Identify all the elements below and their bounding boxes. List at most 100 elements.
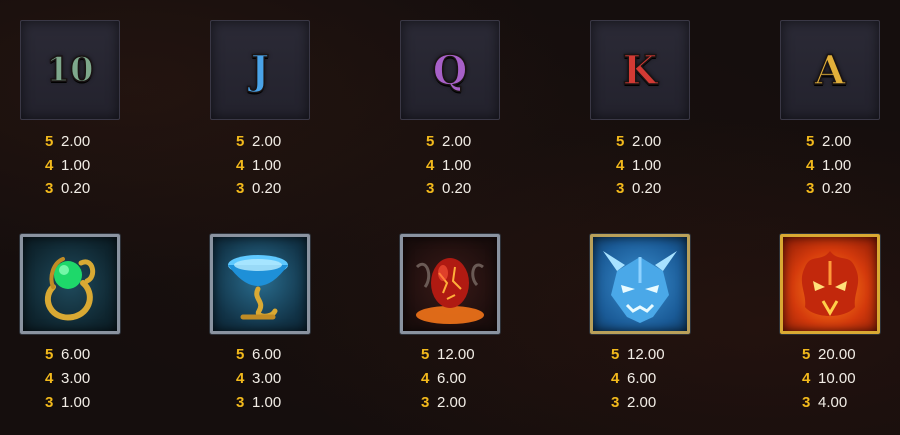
pay-row-3: 3 0.20 [616, 179, 661, 199]
pay-value: 4.00 [818, 394, 848, 411]
pay-row-5: 5 2.00 [616, 132, 661, 152]
pay-count: 3 [45, 394, 54, 411]
pay-row-4: 4 10.00 [802, 369, 856, 389]
pay-row-4: 4 1.00 [45, 156, 90, 176]
emerald-ring-icon [20, 234, 120, 334]
symbol-label: A [814, 46, 847, 95]
pay-row-3: 3 0.20 [45, 179, 90, 199]
pay-value: 2.00 [61, 133, 91, 150]
pay-count: 3 [802, 394, 811, 411]
pay-row-4: 4 1.00 [806, 156, 851, 176]
pay-count: 3 [236, 394, 245, 411]
pay-value: 1.00 [61, 157, 91, 174]
pay-row-3: 3 0.20 [806, 179, 851, 199]
pay-value: 3.00 [252, 370, 282, 387]
symbol-label: 10 [46, 49, 95, 91]
pay-row-3: 3 4.00 [802, 393, 847, 413]
pay-row-4: 4 3.00 [45, 369, 90, 389]
pay-value: 0.20 [822, 180, 852, 197]
pay-row-5: 5 2.00 [426, 132, 471, 152]
pay-row-5: 5 2.00 [236, 132, 281, 152]
pay-value: 1.00 [442, 157, 472, 174]
pay-count: 3 [806, 180, 815, 197]
blue-chalice-icon [210, 234, 310, 334]
pay-count: 4 [236, 157, 245, 174]
symbol-label: K [622, 46, 658, 95]
pay-value: 3.00 [61, 370, 91, 387]
jack-symbol-icon: J [210, 20, 310, 120]
pay-count: 5 [802, 346, 811, 363]
pay-value: 10.00 [818, 370, 856, 387]
pay-count: 5 [45, 346, 54, 363]
pay-row-4: 4 6.00 [421, 369, 466, 389]
pay-value: 1.00 [632, 157, 662, 174]
pay-count: 4 [421, 370, 430, 387]
pay-value: 6.00 [437, 370, 467, 387]
pay-row-3: 3 0.20 [236, 179, 281, 199]
pay-value: 1.00 [252, 157, 282, 174]
pay-row-3: 3 1.00 [45, 393, 90, 413]
pay-count: 3 [616, 180, 625, 197]
pay-count: 5 [616, 133, 625, 150]
dragon-egg-icon [400, 234, 500, 334]
pay-count: 3 [426, 180, 435, 197]
pay-value: 0.20 [442, 180, 472, 197]
pay-count: 5 [806, 133, 815, 150]
pay-value: 1.00 [61, 394, 91, 411]
pay-count: 5 [236, 346, 245, 363]
pay-row-3: 3 1.00 [236, 393, 281, 413]
pay-row-5: 5 20.00 [802, 345, 856, 365]
pay-value: 12.00 [437, 346, 475, 363]
pay-value: 6.00 [61, 346, 91, 363]
pay-value: 6.00 [252, 346, 282, 363]
pay-row-4: 4 1.00 [236, 156, 281, 176]
pay-value: 2.00 [442, 133, 472, 150]
pay-value: 2.00 [822, 133, 852, 150]
pay-count: 4 [45, 157, 54, 174]
pay-value: 1.00 [252, 394, 282, 411]
pay-value: 2.00 [627, 394, 657, 411]
ten-symbol-icon: 10 [20, 20, 120, 120]
pay-value: 0.20 [632, 180, 662, 197]
pay-row-5: 5 12.00 [611, 345, 665, 365]
pay-row-4: 4 3.00 [236, 369, 281, 389]
pay-count: 5 [45, 133, 54, 150]
pay-count: 4 [611, 370, 620, 387]
king-symbol-icon: K [590, 20, 690, 120]
ice-dragon-icon [590, 234, 690, 334]
pay-count: 4 [426, 157, 435, 174]
pay-count: 5 [426, 133, 435, 150]
ace-symbol-icon: A [780, 20, 880, 120]
pay-value: 2.00 [437, 394, 467, 411]
pay-row-4: 4 6.00 [611, 369, 656, 389]
pay-row-5: 5 2.00 [806, 132, 851, 152]
pay-count: 3 [611, 394, 620, 411]
pay-count: 3 [236, 180, 245, 197]
pay-value: 6.00 [627, 370, 657, 387]
symbol-label: J [250, 46, 270, 95]
pay-value: 12.00 [627, 346, 665, 363]
pay-value: 2.00 [632, 133, 662, 150]
pay-row-4: 4 1.00 [616, 156, 661, 176]
pay-count: 4 [236, 370, 245, 387]
pay-count: 5 [611, 346, 620, 363]
pay-value: 0.20 [252, 180, 282, 197]
pay-row-5: 5 12.00 [421, 345, 475, 365]
pay-row-3: 3 2.00 [611, 393, 656, 413]
symbol-label: Q [432, 46, 468, 95]
pay-value: 2.00 [252, 133, 282, 150]
pay-row-3: 3 0.20 [426, 179, 471, 199]
pay-row-5: 5 6.00 [45, 345, 90, 365]
pay-value: 0.20 [61, 180, 91, 197]
pay-count: 4 [45, 370, 54, 387]
pay-count: 3 [421, 394, 430, 411]
pay-value: 1.00 [822, 157, 852, 174]
pay-row-4: 4 1.00 [426, 156, 471, 176]
pay-count: 4 [806, 157, 815, 174]
pay-count: 3 [45, 180, 54, 197]
pay-value: 20.00 [818, 346, 856, 363]
pay-row-5: 5 2.00 [45, 132, 90, 152]
pay-count: 4 [616, 157, 625, 174]
pay-count: 5 [421, 346, 430, 363]
pay-count: 4 [802, 370, 811, 387]
